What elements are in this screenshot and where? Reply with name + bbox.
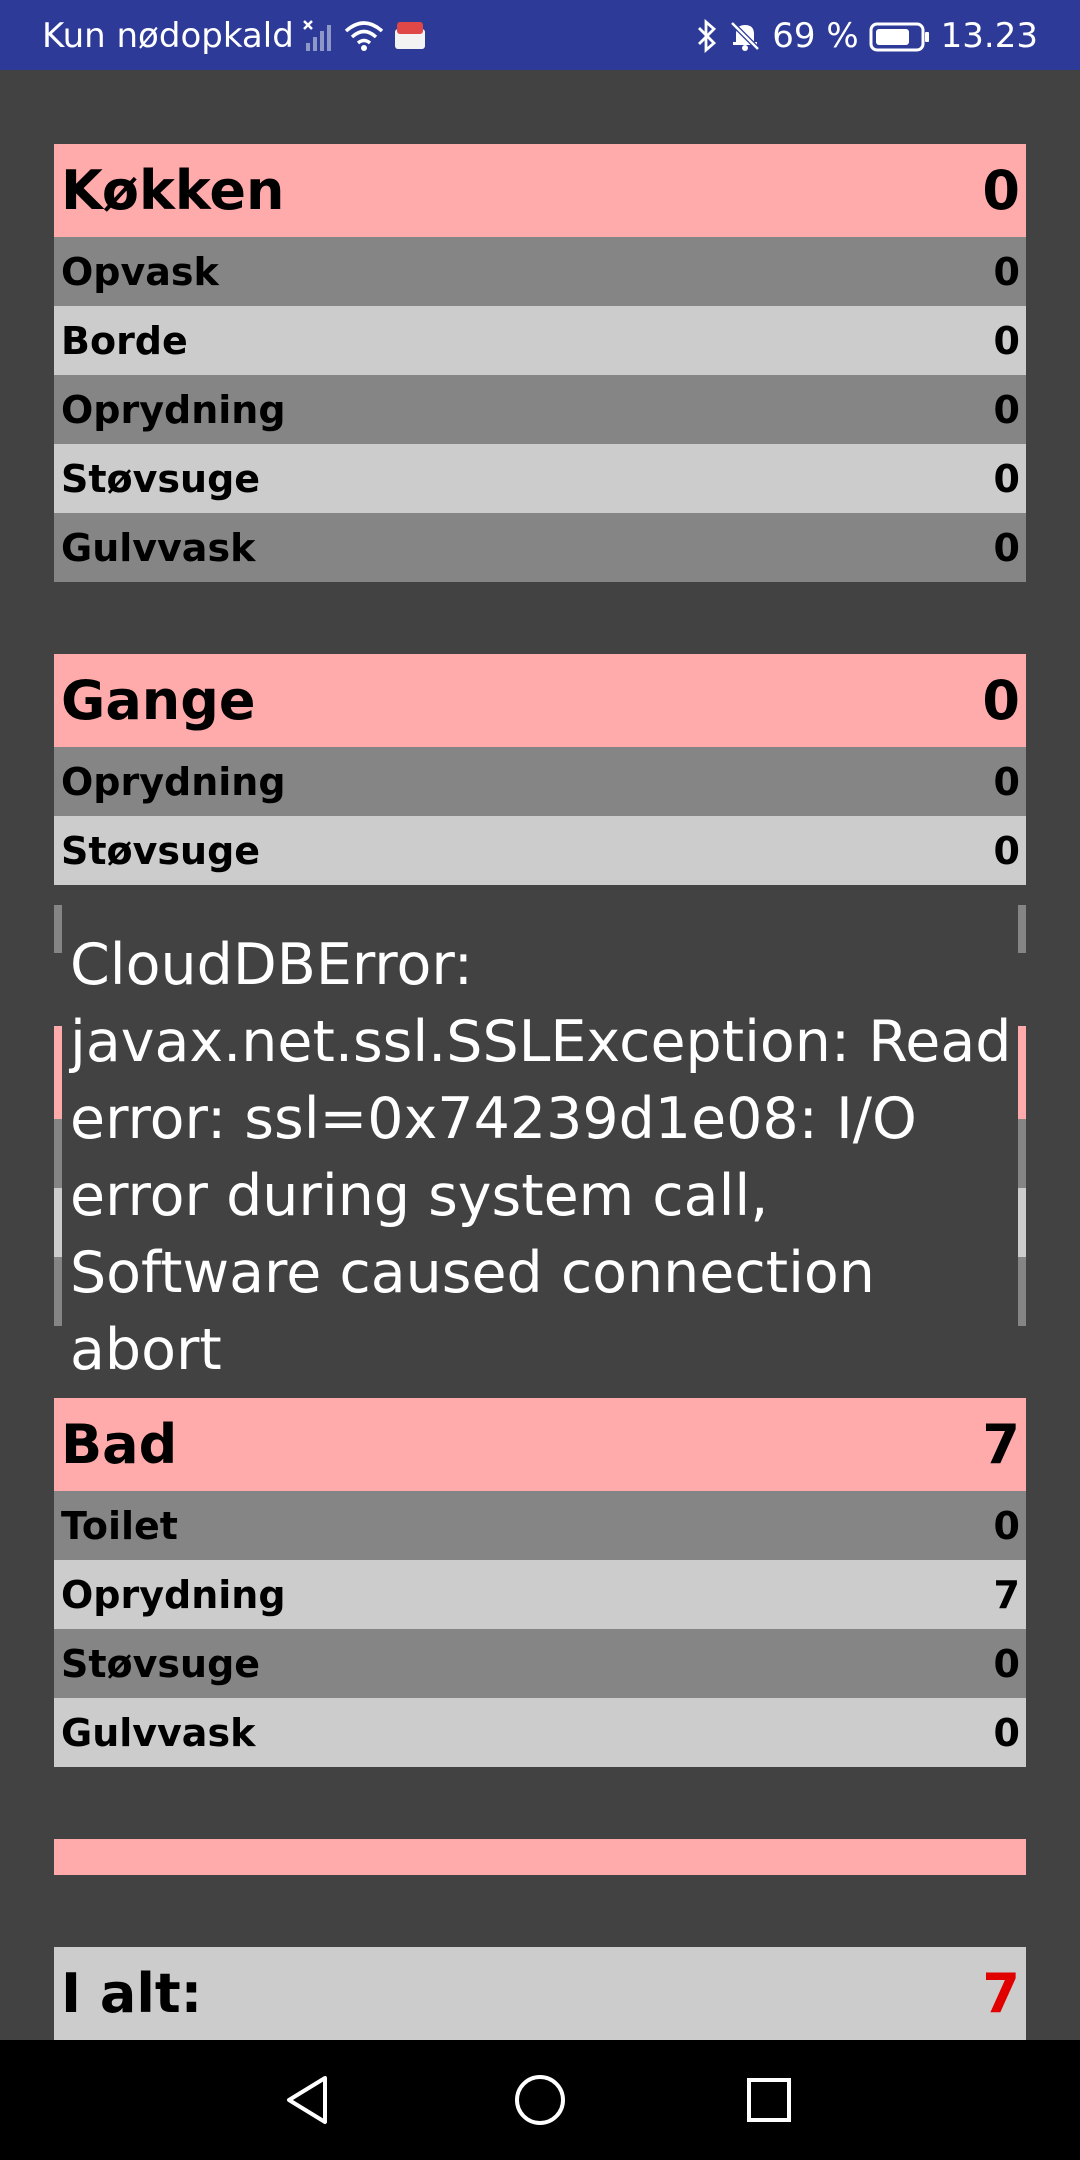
hidden-row-edge <box>54 1188 62 1257</box>
task-label: Støvsuge <box>61 1641 261 1686</box>
section-title: Bad <box>61 1413 178 1476</box>
task-row[interactable]: Oprydning 7 <box>54 1560 1026 1629</box>
wifi-icon <box>344 19 384 53</box>
home-icon[interactable] <box>510 2070 570 2130</box>
task-row[interactable]: Støvsuge 0 <box>54 816 1026 885</box>
task-row[interactable]: Opvask 0 <box>54 237 1026 306</box>
section-total: 0 <box>982 669 1020 732</box>
app-notification-icon <box>392 19 428 53</box>
task-row[interactable]: Oprydning 0 <box>54 747 1026 816</box>
section-total: 7 <box>982 1413 1020 1476</box>
section-bad: Bad 7 Toilet 0 Oprydning 7 Støvsuge 0 Gu… <box>54 1398 1026 1767</box>
hidden-row-edge <box>1018 1257 1026 1326</box>
task-label: Gulvvask <box>61 525 256 570</box>
section-header: Gange 0 <box>54 654 1026 747</box>
hidden-row-edge <box>1018 905 1026 953</box>
section-header: Bad 7 <box>54 1398 1026 1491</box>
task-label: Oprydning <box>61 759 286 804</box>
error-toast: CloudDBError: javax.net.ssl.SSLException… <box>62 905 1018 1383</box>
task-row[interactable]: Oprydning 0 <box>54 375 1026 444</box>
task-count: 0 <box>993 249 1020 294</box>
hidden-row-edge <box>1018 1119 1026 1188</box>
task-count: 0 <box>993 1641 1020 1686</box>
task-count: 0 <box>993 387 1020 432</box>
task-count: 0 <box>993 318 1020 363</box>
bluetooth-icon <box>696 19 718 53</box>
carrier-text: Kun nødopkald <box>42 16 294 56</box>
task-label: Borde <box>61 318 188 363</box>
task-label: Oprydning <box>61 387 286 432</box>
task-row[interactable]: Gulvvask 0 <box>54 513 1026 582</box>
section-gange: Gange 0 Oprydning 0 Støvsuge 0 <box>54 654 1026 885</box>
task-label: Gulvvask <box>61 1710 256 1755</box>
clock: 13.23 <box>940 16 1038 56</box>
task-row[interactable]: Støvsuge 0 <box>54 1629 1026 1698</box>
task-label: Oprydning <box>61 1572 286 1617</box>
task-label: Toilet <box>61 1503 178 1548</box>
task-row[interactable]: Toilet 0 <box>54 1491 1026 1560</box>
grand-total-row: I alt: 7 <box>54 1947 1026 2040</box>
task-label: Opvask <box>61 249 219 294</box>
cut-off-section-header[interactable] <box>54 1839 1026 1875</box>
grand-total-value: 7 <box>982 1962 1020 2025</box>
task-row[interactable]: Borde 0 <box>54 306 1026 375</box>
task-label: Støvsuge <box>61 456 261 501</box>
task-count: 0 <box>993 828 1020 873</box>
recents-icon[interactable] <box>739 2070 799 2130</box>
task-count: 0 <box>993 759 1020 804</box>
navigation-bar <box>0 2040 1080 2160</box>
grand-total-label: I alt: <box>61 1962 203 2025</box>
task-count: 7 <box>993 1572 1020 1617</box>
task-count: 0 <box>993 456 1020 501</box>
task-label: Støvsuge <box>61 828 261 873</box>
battery-percent: 69 % <box>772 16 859 56</box>
no-signal-icon <box>302 19 336 53</box>
task-count: 0 <box>993 525 1020 570</box>
task-count: 0 <box>993 1710 1020 1755</box>
hidden-row-edge <box>54 905 62 953</box>
back-icon[interactable] <box>278 2070 338 2130</box>
task-row[interactable]: Støvsuge 0 <box>54 444 1026 513</box>
task-count: 0 <box>993 1503 1020 1548</box>
hidden-header-edge <box>1018 1026 1026 1119</box>
hidden-row-edge <box>1018 1188 1026 1257</box>
hidden-row-edge <box>54 1257 62 1326</box>
status-bar: Kun nødopkald 69 % 13.23 <box>0 0 1080 70</box>
section-kokken: Køkken 0 Opvask 0 Borde 0 Oprydning 0 St… <box>54 144 1026 582</box>
section-title: Gange <box>61 669 256 732</box>
task-row[interactable]: Gulvvask 0 <box>54 1698 1026 1767</box>
hidden-header-edge <box>54 1026 62 1119</box>
section-header: Køkken 0 <box>54 144 1026 237</box>
section-total: 0 <box>982 159 1020 222</box>
hidden-row-edge <box>54 1119 62 1188</box>
section-title: Køkken <box>61 159 285 222</box>
battery-icon <box>869 19 931 53</box>
mute-bell-icon <box>728 19 762 53</box>
